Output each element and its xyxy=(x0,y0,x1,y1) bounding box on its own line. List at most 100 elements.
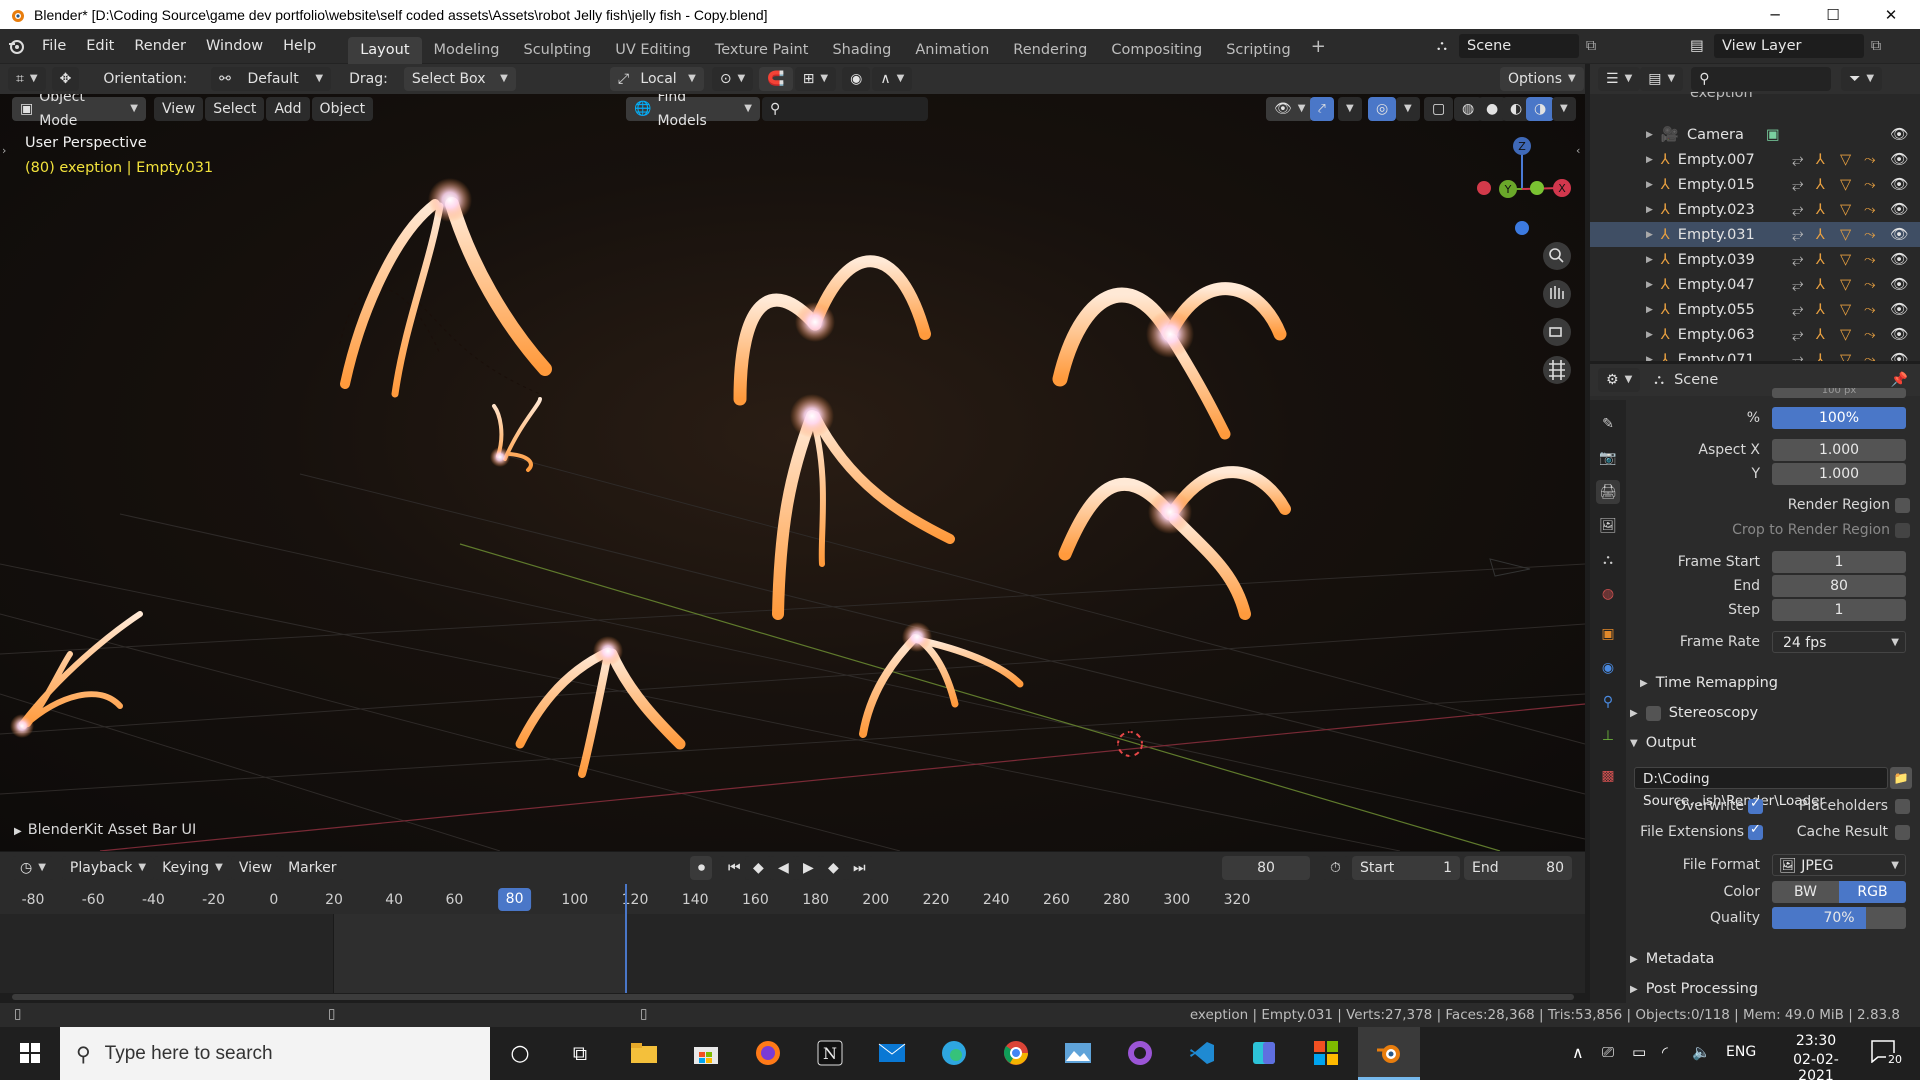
toolbar-collapse-icon[interactable]: › xyxy=(2,144,6,157)
placeholders-checkbox[interactable] xyxy=(1895,799,1910,814)
camera-view-icon[interactable] xyxy=(1543,318,1571,346)
notification-center-icon[interactable]: 20 xyxy=(1866,1037,1906,1069)
language-indicator[interactable]: ENG xyxy=(1726,1044,1756,1060)
firefox-icon[interactable] xyxy=(750,1035,786,1071)
modifier-icon[interactable]: ⤳ xyxy=(1864,252,1876,268)
find-models-dropdown[interactable]: 🌐 Find Models ▼ xyxy=(626,94,760,129)
modifier-icon[interactable]: ⤳ xyxy=(1864,327,1876,343)
render-tab-icon[interactable]: 📷 xyxy=(1596,446,1620,470)
filter-icon[interactable]: ⏷ ▼ xyxy=(1841,67,1883,91)
color-bw-button[interactable]: BW xyxy=(1772,881,1839,903)
tray-chevron-icon[interactable]: ∧ xyxy=(1572,1043,1584,1062)
outliner-item[interactable]: ▶ ⅄ Empty.055 ⥂ ⅄ ▽ ⤳ 👁 xyxy=(1590,297,1920,322)
armature-icon[interactable]: ⅄ xyxy=(1816,277,1825,293)
stereoscopy-panel[interactable]: ▶ Stereoscopy xyxy=(1626,700,1920,726)
timeline-scrollbar[interactable] xyxy=(12,994,1574,1000)
modifier-icon[interactable]: ⤳ xyxy=(1864,277,1876,293)
mesh-icon[interactable]: ▽ xyxy=(1840,327,1851,343)
armature-icon[interactable]: ⅄ xyxy=(1816,152,1825,168)
outliner-item[interactable]: ▶ ⅄ Empty.031 ⥂ ⅄ ▽ ⤳ 👁 xyxy=(1590,222,1920,247)
navigation-gizmo[interactable]: Z Y X xyxy=(1477,137,1571,235)
blender-menu-icon[interactable] xyxy=(0,33,32,59)
maximize-button[interactable]: ☐ xyxy=(1804,0,1862,29)
taskbar-search-box[interactable]: ⚲ Type here to search xyxy=(60,1027,490,1080)
sidebar-expand-icon[interactable]: ‹ xyxy=(1576,144,1580,157)
tool-tab-icon[interactable]: ✎ xyxy=(1596,412,1620,436)
store-icon[interactable] xyxy=(688,1035,724,1071)
display-mode-icon[interactable]: ▤ ▼ xyxy=(1640,67,1684,91)
menu-render[interactable]: Render xyxy=(124,34,196,58)
expand-arrow-icon[interactable]: ▶ xyxy=(1646,255,1653,265)
mesh-icon[interactable]: ▽ xyxy=(1840,227,1851,243)
workspace-tab-rendering[interactable]: Rendering xyxy=(1001,37,1099,64)
object-tab-icon[interactable]: ▣ xyxy=(1596,622,1620,646)
scene-tab-icon[interactable]: ⛬ xyxy=(1596,548,1620,572)
menu-file[interactable]: File xyxy=(32,34,76,58)
camera-object[interactable] xyxy=(1489,558,1531,577)
constraint-icon[interactable]: ⥂ xyxy=(1792,327,1804,343)
visibility-eye-icon[interactable]: 👁 xyxy=(1890,251,1908,268)
snap-target-icon[interactable]: ⊞ ▼ xyxy=(794,67,837,91)
visibility-eye-icon[interactable]: 👁 xyxy=(1890,151,1908,168)
keying-menu[interactable]: Keying ▼ xyxy=(154,856,231,880)
shading-rendered-icon[interactable]: ◑ xyxy=(1526,97,1555,121)
office-icon[interactable] xyxy=(1308,1035,1344,1071)
github-icon[interactable] xyxy=(1122,1035,1158,1071)
resolution-percent-field[interactable]: 100% xyxy=(1772,407,1906,429)
workspace-tab-animation[interactable]: Animation xyxy=(903,37,1001,64)
constraint-icon[interactable]: ⥂ xyxy=(1792,227,1804,243)
outliner-item[interactable]: ▶ ⅄ Empty.023 ⥂ ⅄ ▽ ⤳ 👁 xyxy=(1590,197,1920,222)
playhead[interactable] xyxy=(625,884,627,993)
texture-tab-icon[interactable]: ▩ xyxy=(1596,764,1620,788)
workspace-tab-texture-paint[interactable]: Texture Paint xyxy=(703,37,821,64)
stereoscopy-checkbox[interactable] xyxy=(1645,705,1661,721)
proportional-edit-icon[interactable]: ◉ xyxy=(842,67,871,91)
end-frame-field[interactable]: End 80 xyxy=(1464,856,1572,880)
modifier-icon[interactable]: ⤳ xyxy=(1864,177,1876,193)
expand-arrow-icon[interactable]: ▶ xyxy=(1646,205,1653,215)
windows-start-icon[interactable] xyxy=(12,1035,48,1071)
file-explorer-icon[interactable] xyxy=(626,1035,662,1071)
outliner-item[interactable]: ▶ ⅄ Empty.007 ⥂ ⅄ ▽ ⤳ 👁 xyxy=(1590,147,1920,172)
timeline-view-menu[interactable]: View xyxy=(230,856,281,880)
snap-toggle-icon[interactable]: 🧲 xyxy=(759,67,793,91)
aspect-x-field[interactable]: 1.000 xyxy=(1772,439,1906,461)
timeline-ruler[interactable]: -80 -60 -40 -20 0 20 40 60 80 100 120 140 160 180 200 2… xyxy=(0,884,1585,914)
jellyfish-object-6[interactable] xyxy=(1058,466,1291,620)
mesh-icon[interactable]: ▽ xyxy=(1840,352,1851,362)
transform-tool-icon[interactable]: ✥ xyxy=(51,67,80,91)
constraint-icon[interactable]: ⥂ xyxy=(1792,202,1804,218)
visibility-eye-icon[interactable]: 👁 xyxy=(1890,276,1908,293)
modifier-icon[interactable]: ⤳ xyxy=(1864,227,1876,243)
zoom-icon[interactable] xyxy=(1543,242,1571,270)
xray-toggle-icon[interactable]: ▢ xyxy=(1424,97,1454,121)
camera-data-icon[interactable]: ▣ xyxy=(1766,127,1780,143)
play-icon[interactable]: ▶ xyxy=(795,856,822,880)
volume-icon[interactable]: 🔈 xyxy=(1692,1043,1711,1061)
frame-rate-dropdown[interactable]: 24 fps ▼ xyxy=(1772,631,1906,653)
play-reverse-icon[interactable]: ◀ xyxy=(770,856,797,880)
modifier-icon[interactable]: ⤳ xyxy=(1864,302,1876,318)
object-data-tab-icon[interactable]: ⊥ xyxy=(1596,724,1620,748)
workspace-tab-layout[interactable]: Layout xyxy=(348,36,422,64)
color-rgb-button[interactable]: RGB xyxy=(1839,881,1906,903)
outliner-item[interactable]: ▶ ⅄ Empty.039 ⥂ ⅄ ▽ ⤳ 👁 xyxy=(1590,247,1920,272)
armature-icon[interactable]: ⅄ xyxy=(1816,202,1825,218)
marker-menu[interactable]: Marker xyxy=(280,856,345,880)
scene-name[interactable]: Scene xyxy=(1459,34,1579,58)
view-menu[interactable]: View xyxy=(154,97,204,121)
mesh-icon[interactable]: ▽ xyxy=(1840,252,1851,268)
visibility-eye-icon[interactable]: 👁 xyxy=(1890,326,1908,343)
folder-icon[interactable]: 📁 xyxy=(1890,767,1912,789)
jellyfish-object-9[interactable] xyxy=(859,622,1024,738)
jellyfish-object-4[interactable] xyxy=(772,394,955,620)
pin-icon[interactable]: 📌 xyxy=(1891,372,1908,388)
close-button[interactable]: ✕ xyxy=(1862,0,1920,29)
expand-arrow-icon[interactable]: ▶ xyxy=(1646,330,1653,340)
transform-pivot-icon[interactable]: ⊙ ▼ xyxy=(711,67,754,91)
properties-editor-icon[interactable]: ⚙ ▼ xyxy=(1598,368,1641,392)
quality-slider[interactable]: 70% xyxy=(1772,907,1906,929)
constraint-icon[interactable]: ⥂ xyxy=(1792,152,1804,168)
frame-start-field[interactable]: 1 xyxy=(1772,551,1906,573)
render-region-checkbox[interactable] xyxy=(1895,498,1910,513)
